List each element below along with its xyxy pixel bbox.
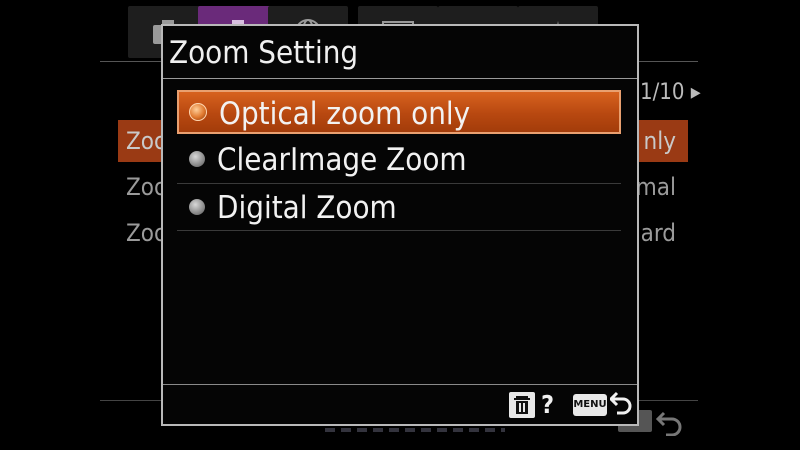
option-digital-zoom[interactable]: Digital Zoom [177, 186, 621, 230]
return-icon[interactable] [610, 390, 634, 420]
option-label: ClearImage Zoom [217, 142, 467, 178]
bg-row-value: mal [635, 173, 676, 201]
option-divider [177, 230, 621, 231]
menu-button[interactable]: MENU [573, 394, 607, 416]
zoom-setting-dialog: Zoom Setting Optical zoom only ClearImag… [161, 24, 639, 426]
radio-unselected-icon [189, 199, 205, 215]
page-indicator: 1/10 ▸ [640, 80, 701, 105]
trash-icon[interactable] [509, 392, 535, 418]
bg-return-icon [656, 411, 682, 436]
option-label: Digital Zoom [217, 190, 397, 226]
footer-divider [163, 384, 637, 385]
option-divider [177, 183, 621, 184]
page-dots [325, 428, 505, 432]
option-clearimage-zoom[interactable]: ClearImage Zoom [177, 138, 621, 182]
dialog-title: Zoom Setting [169, 35, 359, 71]
bg-row-value: nly [643, 127, 676, 155]
option-optical-zoom-only[interactable]: Optical zoom only [177, 90, 621, 134]
title-divider [163, 78, 637, 79]
bg-row-value: ard [640, 219, 676, 247]
help-button[interactable]: ? [541, 390, 554, 419]
radio-unselected-icon [189, 151, 205, 167]
radio-selected-icon [189, 103, 207, 121]
option-label: Optical zoom only [219, 96, 471, 132]
